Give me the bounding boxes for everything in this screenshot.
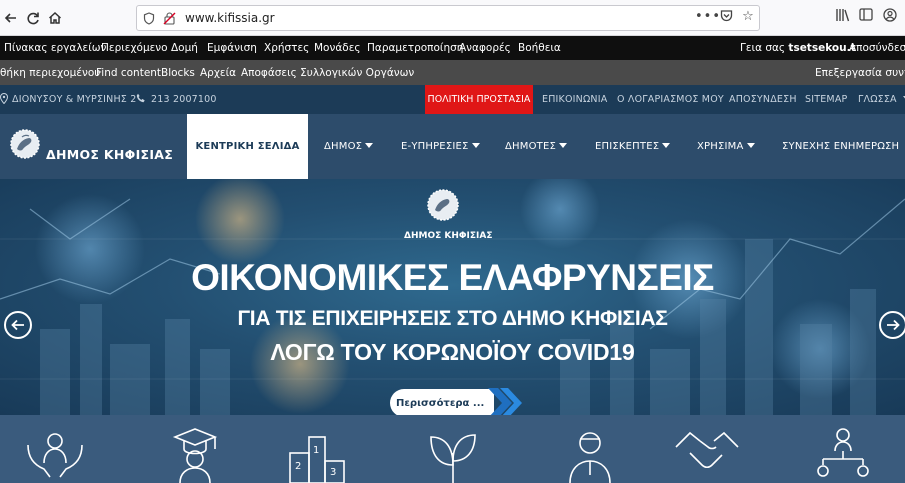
phone-icon [136, 93, 146, 106]
location-icon [0, 93, 9, 107]
graduate-icon[interactable] [160, 423, 230, 483]
greeting: Γεια σας tsetsekou.t [740, 42, 856, 54]
admin-item-dashboard[interactable]: Πίνακας εργαλείων [4, 42, 106, 54]
double-chevron-right-icon[interactable] [488, 388, 526, 415]
shortcut-add-content[interactable]: θήκη περιεχομένου [0, 67, 100, 79]
nav-useful[interactable]: ΧΡΗΣΙΜΑ [697, 141, 755, 152]
hero-slider: ΔΗΜΟΣ ΚΗΦΙΣΙΑΣ ΟΙΚΟΝΟΜΙΚΕΣ ΕΛΑΦΡΥΝΣΕΙΣ Γ… [0, 179, 905, 415]
hero-emblem-icon [427, 189, 459, 221]
hero-subtitle-covid: ΛΟΓΩ ΤΟΥ ΚΟΡΩΝΟΪΟΥ COVID19 [270, 339, 635, 365]
main-navigation: ΔΗΜΟΣ ΚΗΦΙΣΙΑΣ ΚΕΝΤΡΙΚΗ ΣΕΛΙΔΑ ΔΗΜΟΣ Ε-Υ… [0, 114, 905, 179]
account-icon[interactable] [880, 8, 900, 26]
admin-item-structure[interactable]: Δομή [171, 42, 198, 54]
star-icon[interactable]: ☆ [739, 9, 757, 24]
nav-useful-label: ΧΡΗΣΙΜΑ [697, 141, 744, 152]
hero-city-label: ΔΗΜΟΣ ΚΗΦΙΣΙΑΣ [404, 231, 493, 241]
arrow-left-icon[interactable] [4, 311, 32, 339]
edit-shortcuts-link[interactable]: Επεξεργασία συντομ [815, 67, 905, 79]
leaf-icon[interactable] [418, 423, 488, 483]
logout-link[interactable]: ΑΠΟΣΥΝΔΕΣΗ [729, 94, 797, 105]
chevron-down-icon [746, 143, 755, 148]
hero-subtitle: ΓΙΑ ΤΙΣ ΕΠΙΧΕΙΡΗΣΕΙΣ ΣΤΟ ΔΗΜΟ ΚΗΦΙΣΙΑΣ [237, 307, 668, 330]
library-icon[interactable] [832, 8, 852, 26]
nav-updates[interactable]: ΣΥΝΕΧΗΣ ΕΝΗΜΕΡΩΣΗ [782, 141, 899, 152]
contact-link[interactable]: ΕΠΙΚΟΙΝΩΝΙΑ [542, 94, 607, 105]
handshake-icon[interactable] [672, 423, 742, 483]
shortcut-find-content[interactable]: Find content [96, 67, 161, 79]
admin-item-content[interactable]: Περιεχόμενο [101, 42, 168, 54]
more-button[interactable]: Περισσότερα ... [390, 389, 494, 415]
person-icon[interactable] [555, 423, 625, 483]
more-icon[interactable]: ••• [695, 9, 720, 24]
svg-text:1: 1 [313, 445, 319, 456]
site-logo-text[interactable]: ΔΗΜΟΣ ΚΗΦΙΣΙΑΣ [46, 147, 173, 162]
shortcut-decisions[interactable]: Αποφάσεις Συλλογικών Οργάνων [241, 67, 414, 79]
nav-visitors[interactable]: ΕΠΙΣΚΕΠΤΕΣ [595, 141, 671, 152]
language-label: ΓΛΩΣΣΑ [858, 94, 897, 105]
top-info-bar: ΔΙΟΝΥΣΟΥ & ΜΥΡΣΙΝΗΣ 2 213 2007100 ΠΟΛΙΤΙ… [0, 85, 905, 114]
admin-logout-link[interactable]: Αποσύνδεση [849, 42, 905, 54]
arrow-right-icon[interactable] [879, 311, 905, 339]
no-tracking-icon[interactable] [161, 10, 177, 26]
chevron-down-icon [662, 143, 671, 148]
home-icon[interactable] [44, 7, 66, 29]
podium-icon[interactable]: 1 2 3 [282, 423, 352, 483]
nav-municipality-label: ΔΗΜΟΣ [324, 141, 363, 152]
social-care-icon[interactable] [20, 423, 90, 483]
svg-text:2: 2 [295, 461, 301, 472]
shortcut-blocks[interactable]: Blocks [161, 67, 195, 79]
address-bar[interactable]: www.kifissia.gr ••• ☆ [136, 5, 760, 31]
url-text: www.kifissia.gr [185, 11, 275, 25]
nav-home[interactable]: ΚΕΝΤΡΙΚΗ ΣΕΛΙΔΑ [187, 114, 308, 179]
browser-toolbar: www.kifissia.gr ••• ☆ [0, 0, 905, 36]
svg-text:3: 3 [330, 467, 336, 478]
chevron-down-icon [559, 143, 568, 148]
username[interactable]: tsetsekou.t [788, 42, 855, 54]
admin-item-appearance[interactable]: Εμφάνιση [207, 42, 257, 54]
admin-item-configuration[interactable]: Παραμετροποίηση [367, 42, 463, 54]
language-selector[interactable]: ΓΛΩΣΣΑ [858, 94, 905, 105]
nav-e-services-label: Ε-ΥΠΗΡΕΣΙΕΣ [401, 141, 469, 152]
sitemap-link[interactable]: SITEMAP [805, 94, 847, 105]
municipality-emblem-icon[interactable] [8, 127, 42, 163]
hero-title: ΟΙΚΟΝΟΜΙΚΕΣ ΕΛΑΦΡΥΝΣΕΙΣ [191, 257, 714, 298]
greeting-text: Γεια σας [740, 42, 786, 54]
civil-protection-link[interactable]: ΠΟΛΙΤΙΚΗ ΠΡΟΣΤΑΣΙΑ [425, 85, 533, 114]
shortcut-files[interactable]: Αρχεία [200, 67, 236, 79]
shield-icon[interactable] [141, 10, 157, 26]
admin-item-help[interactable]: Βοήθεια [518, 42, 561, 54]
network-icon[interactable] [808, 423, 878, 483]
services-icons-strip: 1 2 3 [0, 415, 905, 483]
pocket-icon[interactable] [717, 9, 735, 26]
nav-citizens-label: ΔΗΜΟΤΕΣ [505, 141, 557, 152]
admin-toolbar: Πίνακας εργαλείων Περιεχόμενο Δομή Εμφάν… [0, 36, 905, 60]
admin-item-users[interactable]: Χρήστες [264, 42, 309, 54]
nav-visitors-label: ΕΠΙΣΚΕΠΤΕΣ [595, 141, 660, 152]
nav-municipality[interactable]: ΔΗΜΟΣ [324, 141, 374, 152]
back-icon[interactable] [0, 7, 22, 29]
shortcut-toolbar: θήκη περιεχομένου Find content Blocks Αρ… [0, 60, 905, 85]
admin-item-reports[interactable]: Αναφορές [459, 42, 511, 54]
reload-icon[interactable] [22, 7, 44, 29]
chevron-down-icon [365, 143, 374, 148]
nav-citizens[interactable]: ΔΗΜΟΤΕΣ [505, 141, 568, 152]
my-account-link[interactable]: Ο ΛΟΓΑΡΙΑΣΜΟΣ ΜΟΥ [617, 94, 724, 105]
address-text: ΔΙΟΝΥΣΟΥ & ΜΥΡΣΙΝΗΣ 2 [12, 94, 137, 105]
chevron-down-icon [471, 143, 480, 148]
phone-text: 213 2007100 [151, 94, 217, 105]
admin-item-modules[interactable]: Μονάδες [314, 42, 361, 54]
sidebar-icon[interactable] [856, 8, 876, 25]
nav-e-services[interactable]: Ε-ΥΠΗΡΕΣΙΕΣ [401, 141, 480, 152]
